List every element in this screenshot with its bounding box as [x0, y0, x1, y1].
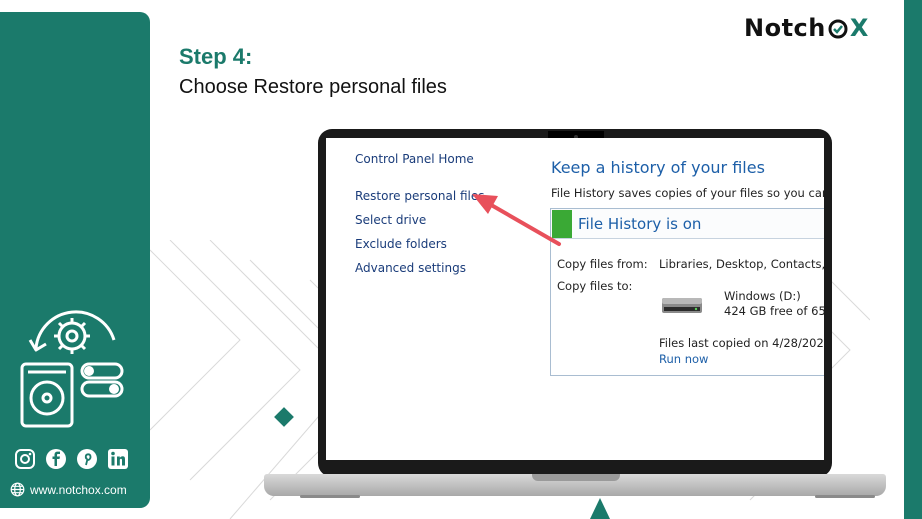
- file-history-status: File History is on: [578, 215, 702, 233]
- copy-from-label: Copy files from:: [557, 257, 648, 271]
- social-icons: [14, 448, 129, 470]
- globe-icon: [10, 482, 25, 497]
- instagram-icon[interactable]: [14, 448, 36, 470]
- logo-x: X: [849, 14, 869, 42]
- website-link[interactable]: www.notchox.com: [10, 482, 127, 497]
- laptop-base-notch: [532, 474, 620, 481]
- facebook-icon[interactable]: [45, 448, 67, 470]
- logo-text: Notch: [744, 14, 826, 42]
- pinterest-icon[interactable]: [76, 448, 98, 470]
- laptop-foot-left: [300, 495, 360, 498]
- drive-free-space: 424 GB free of 659 G: [724, 304, 824, 318]
- file-history-heading: Keep a history of your files: [551, 158, 765, 177]
- diamond-marker: [274, 407, 294, 427]
- notchox-logo: Notch X: [744, 14, 869, 42]
- copy-from-value: Libraries, Desktop, Contacts, an: [659, 257, 824, 271]
- run-now-link[interactable]: Run now: [659, 352, 708, 366]
- laptop-screen: Control Panel Home Restore personal file…: [326, 138, 824, 460]
- last-copied-text: Files last copied on 4/28/2026 6: [659, 336, 824, 350]
- sidebar-panel: [0, 12, 150, 508]
- file-history-description: File History saves copies of your files …: [551, 186, 824, 200]
- link-exclude-folders[interactable]: Exclude folders: [355, 237, 447, 251]
- right-accent-strip: [904, 0, 922, 519]
- triangle-marker: [590, 498, 610, 519]
- link-select-drive[interactable]: Select drive: [355, 213, 426, 227]
- file-history-panel: File History is on Copy files from: Libr…: [550, 208, 824, 376]
- backup-restore-icon: [20, 310, 124, 428]
- linkedin-icon[interactable]: [107, 448, 129, 470]
- step-subtitle: Choose Restore personal files: [179, 76, 447, 98]
- laptop-foot-right: [815, 495, 875, 498]
- hard-drive-icon: [662, 298, 702, 313]
- website-text: www.notchox.com: [30, 482, 127, 497]
- clock-o-icon: [828, 19, 848, 39]
- link-advanced-settings[interactable]: Advanced settings: [355, 261, 466, 275]
- status-bar: File History is on: [551, 209, 824, 239]
- drive-name: Windows (D:): [724, 289, 801, 303]
- link-control-panel-home[interactable]: Control Panel Home: [355, 152, 474, 166]
- pointer-arrow: [472, 194, 561, 246]
- step-title: Step 4:: [179, 44, 253, 69]
- copy-to-label: Copy files to:: [557, 279, 633, 293]
